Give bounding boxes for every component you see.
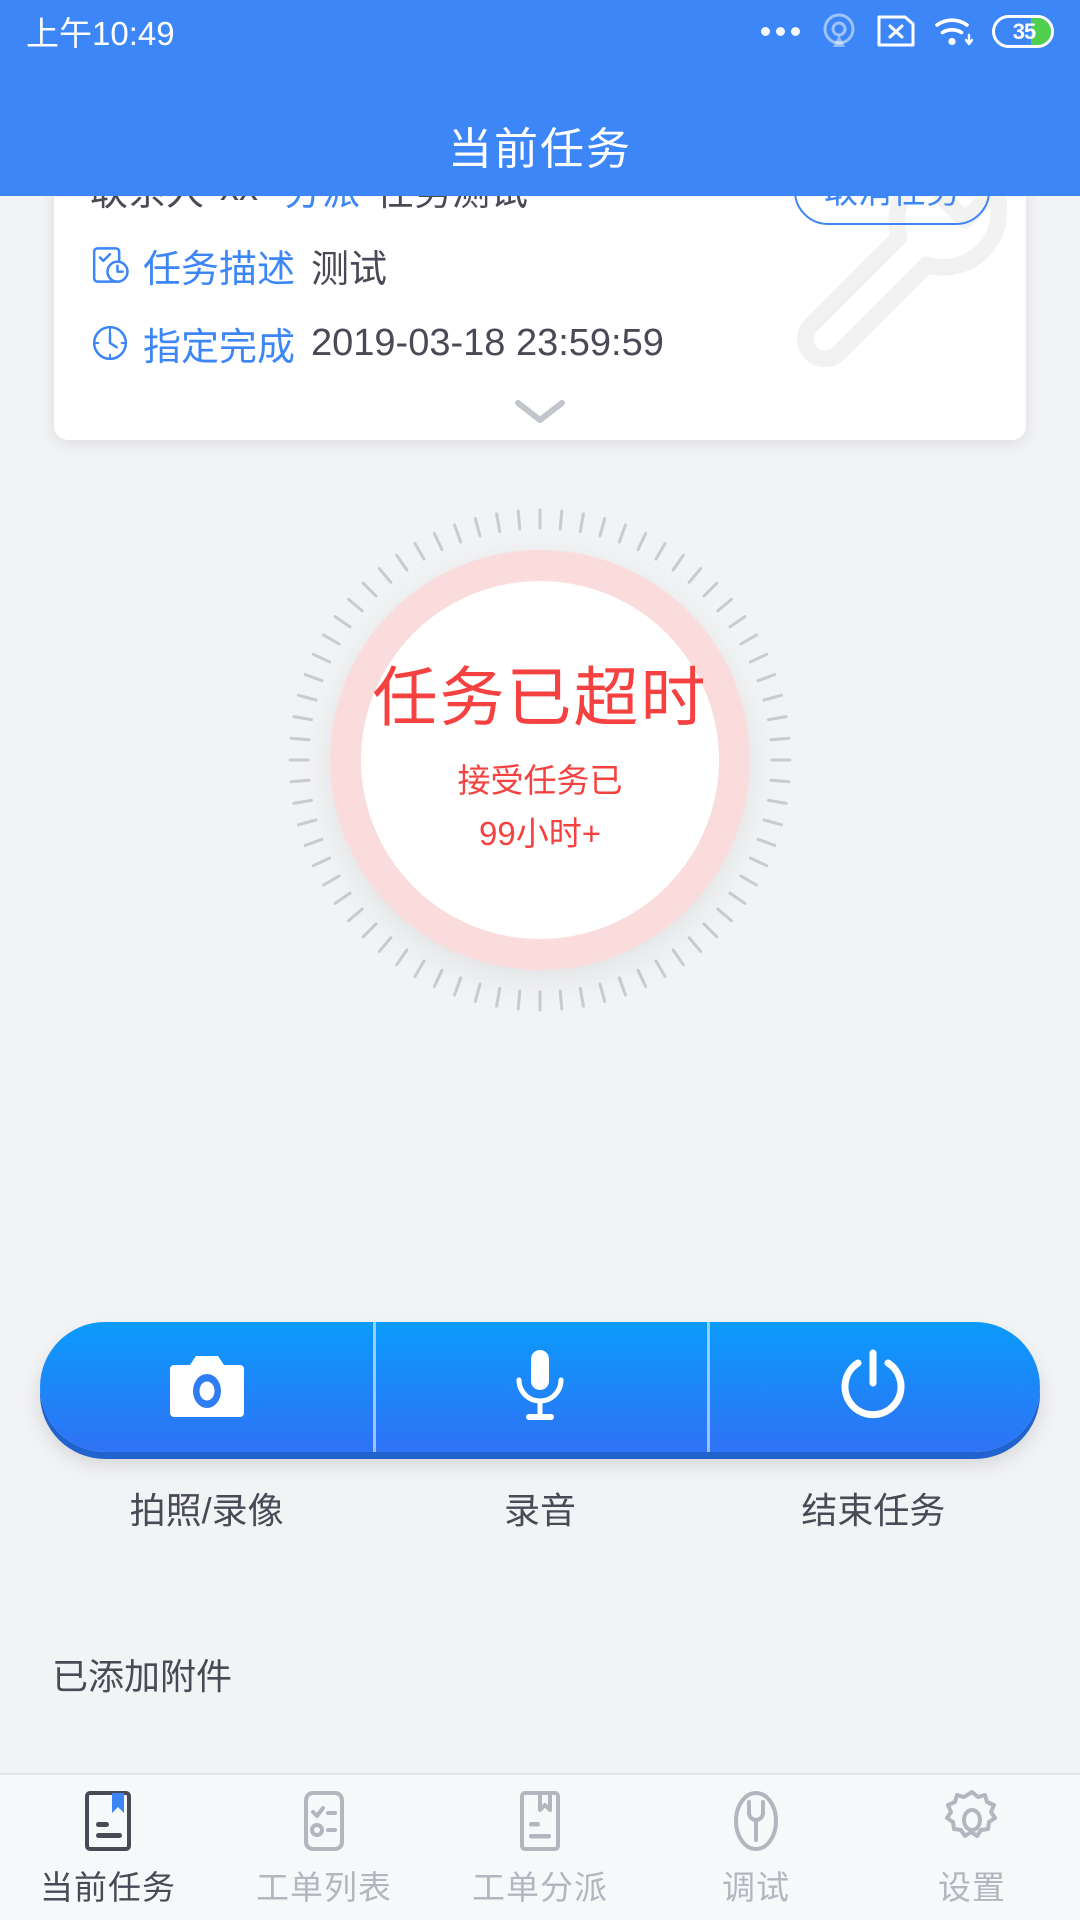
clock-icon xyxy=(92,325,128,361)
audio-record-button[interactable] xyxy=(373,1322,706,1452)
debug-wrench-icon xyxy=(734,1791,778,1851)
assign-label: 分派 xyxy=(284,171,361,214)
end-task-button[interactable] xyxy=(706,1322,1040,1452)
microphone-icon xyxy=(516,1350,564,1420)
gauge-subtitle-line2: 99小时+ xyxy=(479,815,601,853)
hotspot-icon xyxy=(823,13,855,47)
due-date-label: 指定完成 xyxy=(143,326,296,369)
app-root: 联系人 xx 分派 任务测试 取消任务 任务描述 测试 指定完成 2019-03… xyxy=(0,0,1080,1920)
cancel-task-button[interactable]: 取消任务 xyxy=(794,151,990,225)
end-task-label: 结束任务 xyxy=(801,1490,946,1531)
bottom-tab-bar: 当前任务 工单列表 工单分派 调试 设置 xyxy=(0,1773,1080,1920)
task-card-container: 联系人 xx 分派 任务测试 取消任务 任务描述 测试 指定完成 2019-03… xyxy=(54,150,1026,440)
tab-work-order-list[interactable]: 工单列表 xyxy=(216,1775,432,1920)
sim-card-missing-icon xyxy=(877,15,915,47)
settings-gear-icon xyxy=(945,1790,997,1838)
tab-work-order-assign-label: 工单分派 xyxy=(472,1869,608,1906)
task-description-icon xyxy=(92,247,129,283)
current-task-icon xyxy=(85,1791,131,1851)
task-name-value: 任务测试 xyxy=(376,171,529,214)
tab-settings[interactable]: 设置 xyxy=(864,1775,1080,1920)
tab-debug-label: 调试 xyxy=(722,1869,790,1906)
gauge-center: 任务已超时 接受任务已 99小时+ xyxy=(361,581,719,939)
contact-label: 联系人 xyxy=(90,171,205,214)
tab-work-order-list-label: 工单列表 xyxy=(256,1869,392,1906)
contact-value: xx xyxy=(220,166,259,209)
action-button-labels: 拍照/录像 录音 结束任务 xyxy=(40,1482,1040,1534)
tab-current-task[interactable]: 当前任务 xyxy=(0,1775,216,1920)
task-description-value: 测试 xyxy=(311,248,388,291)
battery-level: 35 xyxy=(1012,18,1036,44)
more-dots-icon xyxy=(761,26,802,36)
tab-debug[interactable]: 调试 xyxy=(648,1775,864,1920)
task-description-label: 任务描述 xyxy=(143,248,296,291)
status-time: 上午10:49 xyxy=(26,15,175,52)
worklist-icon xyxy=(304,1791,344,1851)
due-date-value: 2019-03-18 23:59:59 xyxy=(311,321,664,364)
gauge-subtitle-line1: 接受任务已 xyxy=(457,762,623,800)
camera-icon xyxy=(169,1356,244,1417)
task-description-row: 任务描述 测试 xyxy=(54,226,1026,304)
status-icons: 35 xyxy=(761,11,1054,51)
gauge-ring: 任务已超时 接受任务已 99小时+ xyxy=(330,550,750,970)
expand-card-button[interactable] xyxy=(54,382,1026,440)
task-timer-gauge: 任务已超时 接受任务已 99小时+ xyxy=(285,505,795,1015)
due-date-row: 指定完成 2019-03-18 23:59:59 xyxy=(54,304,1026,382)
gauge-status-title: 任务已超时 xyxy=(372,660,708,734)
task-card[interactable]: 联系人 xx 分派 任务测试 取消任务 任务描述 测试 指定完成 2019-03… xyxy=(54,150,1026,440)
power-icon xyxy=(841,1349,905,1419)
photo-video-label: 拍照/录像 xyxy=(129,1490,284,1531)
action-button-group xyxy=(40,1322,1040,1452)
photo-video-button[interactable] xyxy=(40,1322,373,1452)
task-card-top-row: 联系人 xx 分派 任务测试 取消任务 xyxy=(54,150,1026,226)
tab-current-task-label: 当前任务 xyxy=(40,1869,176,1906)
tab-settings-label: 设置 xyxy=(938,1869,1006,1906)
battery-icon: 35 xyxy=(992,14,1054,48)
status-bar: 上午10:49 35 xyxy=(0,0,1080,62)
attachment-label: 已添加附件 xyxy=(52,1656,233,1697)
tab-work-order-assign[interactable]: 工单分派 xyxy=(432,1775,648,1920)
audio-record-label: 录音 xyxy=(503,1490,576,1531)
chevron-down-icon xyxy=(515,400,565,423)
work-assign-icon xyxy=(520,1791,560,1851)
wifi-icon xyxy=(935,18,974,46)
